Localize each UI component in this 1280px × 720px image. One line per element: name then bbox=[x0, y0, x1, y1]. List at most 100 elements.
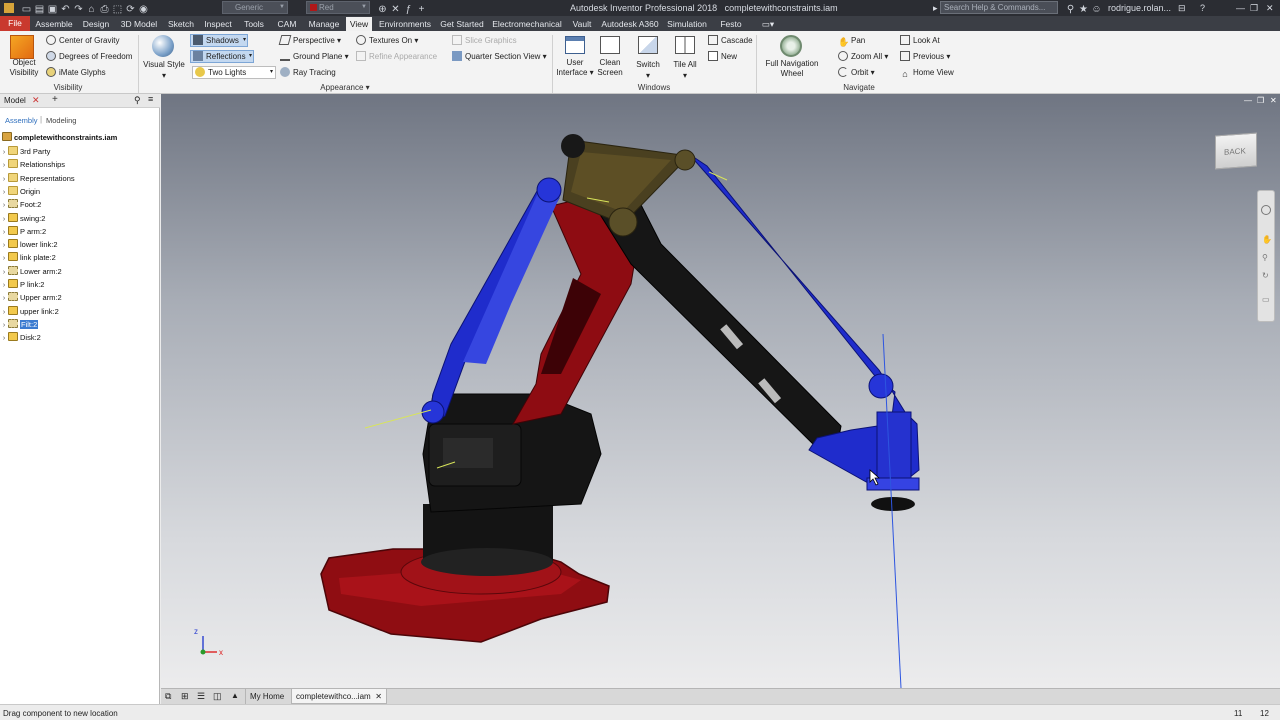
ray-tracing-button[interactable]: Ray Tracing bbox=[280, 67, 336, 78]
tab-get-started[interactable]: Get Started bbox=[438, 17, 486, 31]
tab-file[interactable]: File bbox=[0, 16, 30, 31]
update-icon[interactable]: ⟳ bbox=[125, 4, 136, 15]
user-name[interactable]: rodrigue.rolan... bbox=[1108, 2, 1171, 14]
redo-icon[interactable]: ↷ bbox=[73, 4, 84, 15]
expand-icon[interactable]: › bbox=[0, 213, 8, 226]
tab-sketch[interactable]: Sketch bbox=[164, 17, 198, 31]
tree-item[interactable]: › Disk:2 bbox=[0, 331, 41, 344]
tab-electromechanical[interactable]: Electromechanical bbox=[488, 17, 566, 31]
minimize-icon[interactable]: — bbox=[1236, 2, 1245, 14]
shadows-button[interactable]: Shadows ▾ bbox=[190, 34, 248, 47]
doc-restore-icon[interactable]: ❐ bbox=[1257, 96, 1264, 105]
tab-3d-model[interactable]: 3D Model bbox=[116, 17, 162, 31]
binoculars-icon[interactable]: ⚲ bbox=[1065, 4, 1076, 15]
new-window-button[interactable]: New bbox=[708, 51, 737, 62]
object-visibility-button[interactable]: Object Visibility bbox=[7, 58, 41, 78]
tree-item[interactable]: › link plate:2 bbox=[0, 251, 56, 264]
ribbon-options-icon[interactable]: ▭▾ bbox=[758, 17, 778, 31]
pan-icon[interactable]: ✋ bbox=[1262, 235, 1272, 244]
pan-button[interactable]: ✋ Pan bbox=[838, 35, 865, 47]
new-icon[interactable]: ▭ bbox=[21, 4, 32, 15]
tree-item[interactable]: › upper link:2 bbox=[0, 305, 59, 318]
tab-inspect[interactable]: Inspect bbox=[200, 17, 236, 31]
expand-icon[interactable]: › bbox=[0, 279, 8, 292]
zoom-icon[interactable]: ⚲ bbox=[1262, 253, 1268, 262]
tab-view[interactable]: View bbox=[346, 17, 372, 31]
measure-icon[interactable]: ⊕ bbox=[377, 4, 388, 15]
robot-swing[interactable] bbox=[421, 393, 602, 576]
expand-icon[interactable]: › bbox=[0, 252, 8, 265]
cart-icon[interactable]: ⊟ bbox=[1178, 2, 1186, 14]
expand-icon[interactable]: › bbox=[0, 319, 8, 332]
expand-icon[interactable]: › bbox=[0, 239, 8, 252]
tree-item[interactable]: › P arm:2 bbox=[0, 225, 46, 238]
orbit-icon[interactable]: ↻ bbox=[1262, 271, 1269, 280]
robot-model-canvas[interactable]: z x bbox=[161, 94, 1280, 688]
user-interface-icon[interactable] bbox=[565, 36, 585, 54]
expand-icon[interactable]: › bbox=[0, 199, 8, 212]
tree-item[interactable]: › 3rd Party bbox=[0, 145, 50, 158]
tab-vault[interactable]: Vault bbox=[568, 17, 596, 31]
expand-icon[interactable]: › bbox=[0, 146, 8, 159]
quarter-section-view-button[interactable]: Quarter Section View ▾ bbox=[452, 51, 547, 62]
doc-minimize-icon[interactable]: — bbox=[1244, 96, 1252, 105]
save-icon[interactable]: ▣ bbox=[47, 4, 58, 15]
tile-icon[interactable]: ⧉ bbox=[165, 691, 171, 702]
home-view-button[interactable]: ⌂ Home View bbox=[900, 67, 953, 79]
visual-style-icon[interactable] bbox=[152, 35, 174, 57]
tool-disk[interactable] bbox=[871, 497, 915, 511]
tab-tools[interactable]: Tools bbox=[238, 17, 270, 31]
degrees-of-freedom-button[interactable]: Degrees of Freedom bbox=[46, 51, 132, 62]
cascade-button[interactable]: Cascade bbox=[708, 35, 753, 46]
tree-item[interactable]: › P link:2 bbox=[0, 278, 44, 291]
param-icon[interactable]: ✕ bbox=[390, 4, 401, 15]
tab-manage[interactable]: Manage bbox=[304, 17, 344, 31]
search-icon[interactable]: ⚲ bbox=[134, 95, 141, 106]
assembly-mode-tab[interactable]: Assembly bbox=[5, 116, 38, 125]
graphics-viewport[interactable]: z x BACK ✋ ⚲ ↻ ▭ — ❐ ✕ bbox=[161, 94, 1280, 688]
imate-glyphs-button[interactable]: iMate Glyphs bbox=[46, 67, 106, 78]
my-home-tab[interactable]: My Home bbox=[245, 689, 288, 704]
expand-icon[interactable]: › bbox=[0, 226, 8, 239]
doc-close-icon[interactable]: ✕ bbox=[1270, 96, 1277, 105]
full-navigation-wheel-icon[interactable] bbox=[780, 35, 802, 57]
home-icon[interactable]: ⌂ bbox=[86, 4, 97, 15]
expand-icon[interactable]: › bbox=[0, 332, 8, 345]
undo-icon[interactable]: ↶ bbox=[60, 4, 71, 15]
expand-icon[interactable]: › bbox=[0, 186, 8, 199]
tree-item[interactable]: › Representations bbox=[0, 172, 75, 185]
clean-screen-icon[interactable] bbox=[600, 36, 620, 54]
app-logo-icon[interactable] bbox=[4, 2, 14, 14]
close-panel-icon[interactable]: ✕ bbox=[32, 95, 40, 106]
favorites-icon[interactable]: ★ bbox=[1078, 4, 1089, 15]
object-visibility-icon[interactable] bbox=[10, 35, 34, 59]
look-at-icon[interactable]: ▭ bbox=[1262, 295, 1270, 304]
tree-item[interactable]: › Lower arm:2 bbox=[0, 265, 62, 278]
search-input[interactable]: Search Help & Commands... bbox=[940, 1, 1058, 14]
lights-dropdown[interactable]: Two Lights ▾ bbox=[192, 66, 276, 79]
look-at-button[interactable]: Look At bbox=[900, 35, 940, 46]
tree-item[interactable]: › Upper arm:2 bbox=[0, 291, 62, 304]
switch-button[interactable]: Switch ▾ bbox=[632, 59, 664, 81]
textures-on-button[interactable]: Textures On ▾ bbox=[356, 35, 418, 46]
refine-appearance-button[interactable]: Refine Appearance bbox=[356, 51, 437, 62]
ground-plane-button[interactable]: Ground Plane ▾ bbox=[280, 51, 349, 62]
open-icon[interactable]: ▤ bbox=[34, 4, 45, 15]
browser-tab-model[interactable]: Model bbox=[4, 96, 26, 105]
zoom-all-button[interactable]: Zoom All ▾ bbox=[838, 51, 888, 62]
tree-root[interactable]: completewithconstraints.iam bbox=[2, 131, 117, 144]
print-icon[interactable]: ⎙ bbox=[99, 4, 110, 15]
grid-icon[interactable]: ⊞ bbox=[181, 691, 189, 702]
tab-menu-icon[interactable]: ▲ bbox=[231, 691, 239, 700]
clean-screen-button[interactable]: Clean Screen bbox=[594, 58, 626, 78]
slice-graphics-button[interactable]: Slice Graphics bbox=[452, 35, 517, 46]
tab-festo[interactable]: Festo bbox=[712, 17, 750, 31]
expand-icon[interactable]: › bbox=[0, 306, 8, 319]
style-combo[interactable]: Generic ▼ bbox=[222, 1, 288, 14]
expand-icon[interactable]: › bbox=[0, 173, 8, 186]
user-icon[interactable]: ☺ bbox=[1091, 4, 1102, 15]
expand-icon[interactable]: › bbox=[0, 266, 8, 279]
tab-autodesk-a360[interactable]: Autodesk A360 bbox=[598, 17, 662, 31]
tree-item[interactable]: › lower link:2 bbox=[0, 238, 58, 251]
restore-icon[interactable]: ❐ bbox=[1250, 2, 1258, 14]
